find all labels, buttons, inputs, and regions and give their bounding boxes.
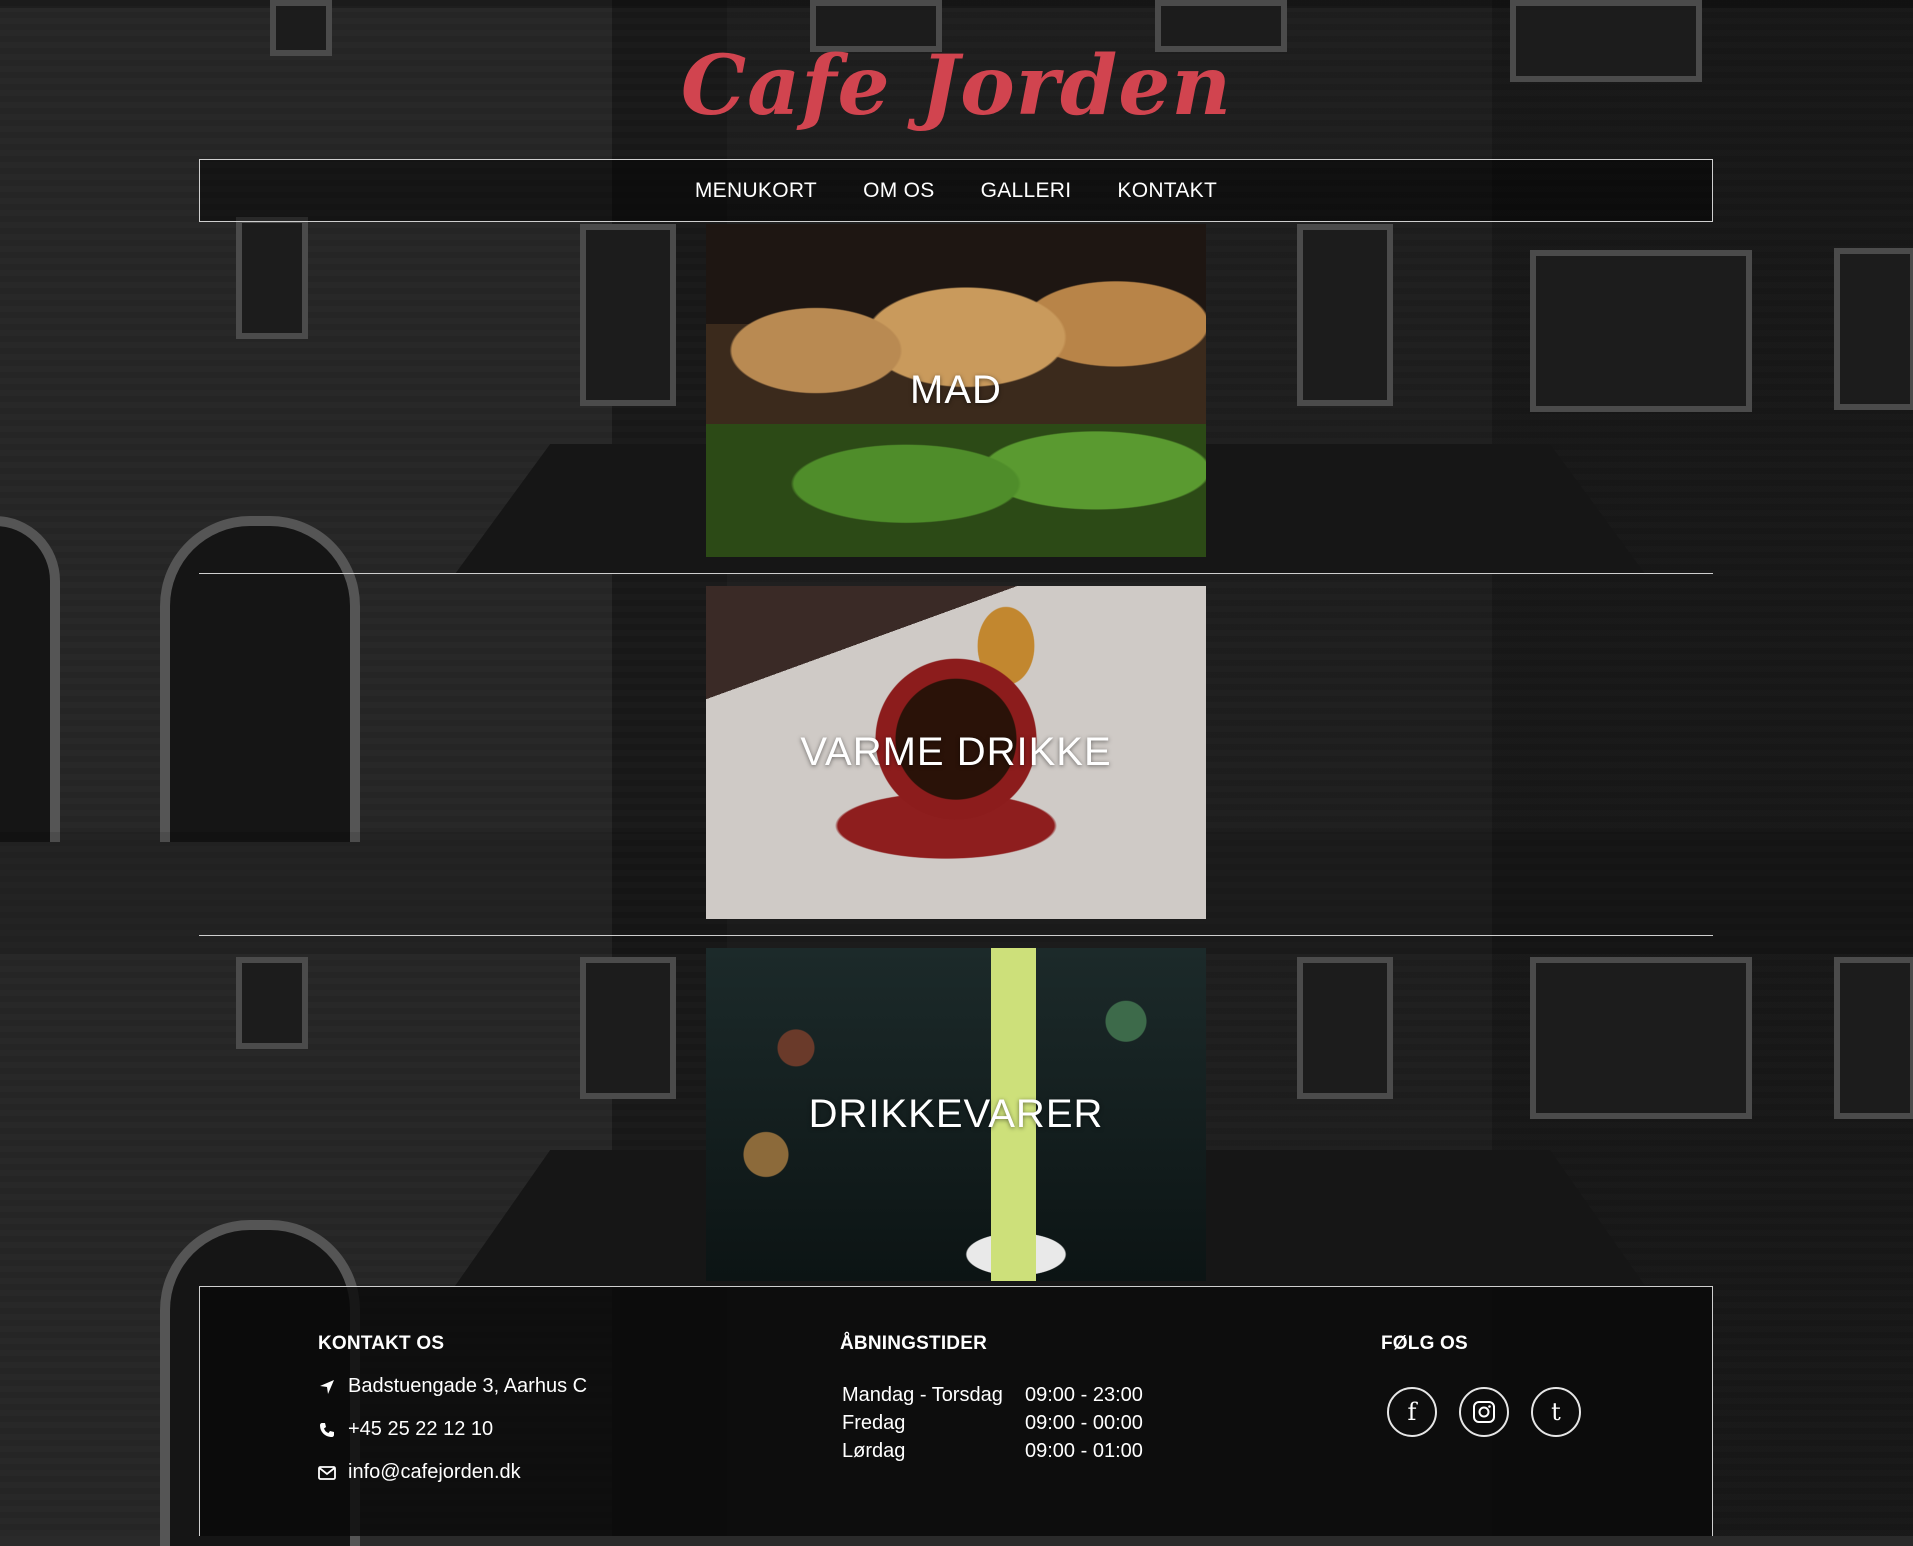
hours-day: Mandag - Torsdag (842, 1384, 1003, 1406)
instagram-icon[interactable] (1459, 1387, 1509, 1437)
category-tile-mad[interactable]: MAD (706, 224, 1206, 557)
hours-table: Mandag - Torsdag 09:00 - 23:00 Fredag 09… (842, 1381, 1143, 1465)
contact-email-text: info@cafejorden.dk (348, 1461, 521, 1483)
location-arrow-icon (318, 1378, 336, 1396)
tumblr-icon[interactable]: t (1531, 1387, 1581, 1437)
hours-day: Lørdag (842, 1440, 906, 1462)
category-label-varme-drikke: VARME DRIKKE (800, 730, 1112, 774)
logo[interactable]: Cafe Jorden (0, 38, 1913, 134)
social-links: f t (1387, 1387, 1581, 1437)
category-label-drikkevarer: DRIKKEVARER (808, 1092, 1104, 1136)
category-tile-drikkevarer[interactable]: DRIKKEVARER (706, 948, 1206, 1281)
hours-row: Fredag 09:00 - 00:00 (842, 1409, 1143, 1437)
envelope-icon (318, 1464, 336, 1482)
hours-heading: ÅBNINGSTIDER (840, 1333, 988, 1354)
contact-email[interactable]: info@cafejorden.dk (318, 1461, 521, 1484)
footer: KONTAKT OS Badstuengade 3, Aarhus C +45 … (199, 1286, 1713, 1536)
phone-icon (318, 1421, 336, 1439)
facebook-icon[interactable]: f (1387, 1387, 1437, 1437)
social-heading: FØLG OS (1381, 1333, 1468, 1354)
main-nav: MENUKORT OM OS GALLERI KONTAKT (199, 159, 1713, 222)
contact-phone-text: +45 25 22 12 10 (348, 1418, 494, 1440)
hours-row: Lørdag 09:00 - 01:00 (842, 1437, 1143, 1465)
category-label-mad: MAD (910, 368, 1002, 412)
section-divider (199, 573, 1713, 574)
hours-time: 09:00 - 00:00 (1025, 1412, 1143, 1434)
hours-row: Mandag - Torsdag 09:00 - 23:00 (842, 1381, 1143, 1409)
nav-item-menukort[interactable]: MENUKORT (695, 179, 817, 203)
contact-phone[interactable]: +45 25 22 12 10 (318, 1418, 493, 1441)
contact-address: Badstuengade 3, Aarhus C (318, 1375, 587, 1398)
category-tile-varme-drikke[interactable]: VARME DRIKKE (706, 586, 1206, 919)
hours-time: 09:00 - 23:00 (1025, 1384, 1143, 1406)
nav-item-om-os[interactable]: OM OS (863, 179, 935, 203)
contact-address-text: Badstuengade 3, Aarhus C (348, 1375, 588, 1397)
hours-time: 09:00 - 01:00 (1025, 1440, 1143, 1462)
section-divider (199, 935, 1713, 936)
hours-day: Fredag (842, 1412, 906, 1434)
contact-heading: KONTAKT OS (318, 1333, 445, 1354)
nav-item-galleri[interactable]: GALLERI (981, 179, 1072, 203)
nav-item-kontakt[interactable]: KONTAKT (1117, 179, 1217, 203)
